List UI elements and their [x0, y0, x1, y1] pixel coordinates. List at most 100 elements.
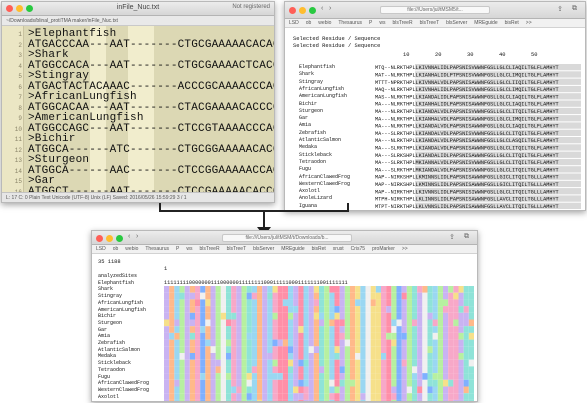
connector-horizontal — [159, 210, 349, 212]
alignment-cell — [184, 306, 190, 313]
bookmark-item[interactable]: webio — [125, 246, 138, 252]
address-bar[interactable]: file:///Users/jul/tMSM/t/Downloads/b... — [222, 234, 352, 242]
bookmark-item[interactable]: P — [369, 20, 372, 26]
alignment-cell — [267, 292, 273, 300]
bookmark-item[interactable]: bisRet — [505, 20, 519, 26]
alignment-cell — [313, 292, 319, 300]
alignment-cell — [443, 399, 449, 401]
taxon-label: AmericanLungfish — [299, 93, 348, 100]
alignment-cell — [251, 306, 257, 313]
alignment-cell — [453, 332, 459, 340]
taxon-label: Zebrafish — [98, 340, 126, 346]
alignment-cell — [365, 299, 371, 307]
alignment-cell — [453, 326, 459, 333]
close-icon[interactable] — [96, 235, 103, 242]
bookmark-item[interactable]: xrust — [333, 246, 344, 252]
alignment-cell — [184, 346, 190, 353]
browser-titlebar[interactable]: ‹ › file:///Users/jul/tMSM/t/Downloads/b… — [92, 231, 477, 245]
bookmark-item[interactable]: >> — [402, 246, 408, 252]
alignment-cell — [401, 366, 407, 374]
bookmark-item[interactable]: LSD — [96, 246, 106, 252]
back-icon[interactable]: ‹ — [321, 5, 323, 12]
alignment-cell — [298, 346, 304, 353]
taxon-label: Iguana — [299, 202, 318, 209]
bookmark-item[interactable]: blsTreeT — [227, 246, 247, 252]
tabs-icon[interactable]: ⧉ — [572, 5, 577, 13]
bookmark-item[interactable]: >> — [526, 20, 532, 26]
alignment-cell — [164, 386, 170, 394]
bookmark-item[interactable]: Thesaurus — [338, 20, 362, 26]
editor-path-bar[interactable]: ~/Downloads/blinal_protiTMA maker/inFile… — [2, 16, 274, 26]
bookmark-item[interactable]: webio — [318, 20, 331, 26]
alignment-cell — [298, 379, 304, 387]
alignment-cell — [412, 353, 418, 360]
taxon-label: Amia — [299, 122, 312, 129]
alignment-cell — [375, 332, 381, 340]
alignment-cell — [443, 312, 449, 320]
close-icon[interactable] — [289, 7, 296, 14]
bookmark-item[interactable]: blsTreeR — [392, 20, 412, 26]
alignment-cell — [339, 339, 345, 347]
address-bar[interactable]: file:///Users/jul/tMSM5/t... — [380, 6, 490, 14]
alignment-cell — [458, 346, 464, 353]
bookmark-item[interactable]: bisRet — [312, 246, 326, 252]
protein-sequence: MA---SLRKTHPLLKIANDALVDLPAPSNISVWWNFGSLL… — [375, 131, 559, 137]
bookmark-item[interactable]: blsServer — [253, 246, 274, 252]
alignment-cell — [308, 326, 314, 333]
alignment-cell — [406, 346, 412, 353]
bookmark-item[interactable]: MREguide — [474, 20, 497, 26]
alignment-cell — [334, 332, 340, 340]
alignment-cell — [443, 386, 449, 394]
bookmark-item[interactable]: Thesaurus — [145, 246, 169, 252]
alignment-cell — [370, 393, 376, 400]
zoom-icon[interactable] — [309, 7, 316, 14]
alignment-cell — [200, 286, 206, 293]
bookmark-item[interactable]: ob — [113, 246, 119, 252]
alignment-cell — [422, 346, 428, 353]
minimize-icon[interactable] — [106, 235, 113, 242]
editor-text-area[interactable]: 12345678910111213141516 >ElephantfishATG… — [2, 26, 274, 198]
forward-icon[interactable]: › — [136, 233, 138, 240]
alignment-cell — [251, 312, 257, 320]
alignment-cell — [355, 312, 361, 320]
bookmark-item[interactable]: proMarker — [372, 246, 395, 252]
ruler-tick-label: 40 — [499, 52, 506, 58]
zoom-icon[interactable] — [116, 235, 123, 242]
share-icon[interactable]: ⇪ — [557, 5, 563, 13]
alignment-cell — [246, 299, 252, 307]
bookmark-item[interactable]: blsTreeT — [420, 20, 440, 26]
alignment-cell — [386, 386, 392, 394]
alignment-cell — [386, 366, 392, 374]
alignment-cell — [422, 379, 428, 387]
bookmark-item[interactable]: ob — [306, 20, 312, 26]
bookmark-item[interactable]: Cris75 — [351, 246, 365, 252]
taxon-label: Axolotl — [98, 393, 120, 400]
bookmark-item[interactable]: MREguide — [281, 246, 304, 252]
alignment-cell — [381, 386, 387, 394]
alignment-cell — [375, 366, 381, 374]
share-icon[interactable]: ⇪ — [449, 233, 455, 241]
alignment-cell — [412, 379, 418, 387]
minimize-icon[interactable] — [299, 7, 306, 14]
taxon-label: Sturgeon — [299, 107, 324, 114]
bookmark-item[interactable]: ws — [379, 20, 385, 26]
alignment-cell — [298, 339, 304, 347]
bookmark-item[interactable]: P — [176, 246, 179, 252]
forward-icon[interactable]: › — [329, 5, 331, 12]
alignment-cell — [329, 379, 335, 387]
alignment-cell — [365, 312, 371, 320]
tabs-icon[interactable]: ⧉ — [464, 233, 469, 241]
alignment-cell — [422, 319, 428, 327]
alignment-cell — [319, 359, 325, 367]
alignment-cell — [355, 353, 361, 360]
back-icon[interactable]: ‹ — [128, 233, 130, 240]
bookmark-item[interactable]: ws — [186, 246, 192, 252]
alignment-cell — [324, 306, 330, 313]
editor-titlebar[interactable]: inFile_Nuc.txt Not registered — [2, 2, 274, 16]
alignment-cell — [406, 359, 412, 367]
browser-titlebar[interactable]: ‹ › file:///Users/jul/tMSM5/t... ⇪ ⧉ — [285, 2, 585, 19]
bookmark-item[interactable]: blsServer — [446, 20, 467, 26]
bookmark-item[interactable]: LSD — [289, 20, 299, 26]
bookmark-item[interactable]: blsTreeR — [199, 246, 219, 252]
alignment-cell — [262, 312, 268, 320]
